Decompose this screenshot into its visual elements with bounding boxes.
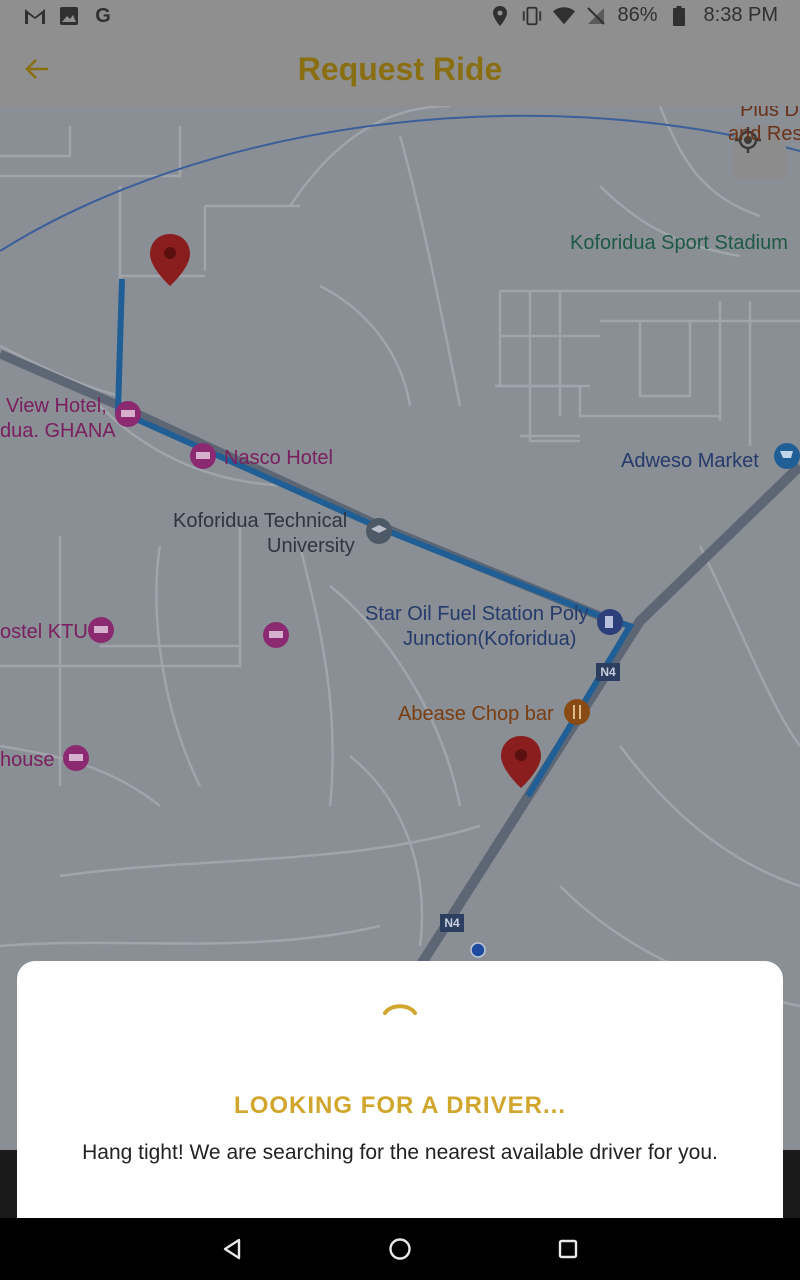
- map-label-house: house: [0, 749, 55, 771]
- google-icon: G: [95, 4, 111, 27]
- map-label-abease-chop-bar: Abease Chop bar: [398, 703, 554, 725]
- map-label-ktu-line2: University: [267, 535, 355, 557]
- wifi-icon: [553, 5, 576, 27]
- loading-spinner-icon: [383, 1004, 417, 1015]
- map-label-adweso-market: Adweso Market: [621, 450, 759, 472]
- status-bar: G 86% 8:38 PM: [0, 0, 800, 34]
- hotel-poi-icon[interactable]: [262, 621, 290, 649]
- dropoff-marker-icon[interactable]: [501, 736, 541, 788]
- current-location-dot-icon: [470, 942, 486, 958]
- map-label-hostel-ktu: ostel KTU: [0, 621, 88, 643]
- fuel-station-poi-icon[interactable]: [596, 608, 624, 636]
- hotel-poi-icon[interactable]: [189, 442, 217, 470]
- map-label-sport-stadium: Koforidua Sport Stadium: [570, 232, 788, 254]
- map-label-star-oil-line2: Junction(Koforidua): [403, 628, 577, 650]
- pickup-marker-icon[interactable]: [150, 234, 190, 286]
- map-label-plus-line2: and Res: [728, 123, 800, 145]
- battery-icon: [668, 5, 690, 27]
- shopping-cart-poi-icon[interactable]: [773, 442, 800, 470]
- dialog-message: Hang tight! We are searching for the nea…: [82, 1141, 718, 1164]
- university-poi-icon[interactable]: [365, 517, 393, 545]
- map-label-view-hotel-line2: dua. GHANA: [0, 420, 116, 442]
- hotel-poi-icon[interactable]: [62, 744, 90, 772]
- back-triangle-icon[interactable]: [217, 1234, 247, 1264]
- system-nav-bar: [0, 1218, 800, 1280]
- page-title: Request Ride: [297, 51, 503, 87]
- vibrate-icon: [521, 5, 543, 27]
- dialog-title: LOOKING FOR A DRIVER...: [234, 1092, 566, 1119]
- app-bar: Request Ride: [0, 34, 800, 106]
- clock: 8:38 PM: [703, 4, 778, 26]
- map-label-plus-line1: Plus D: [740, 106, 799, 121]
- road-shield-n4: N4: [596, 663, 620, 681]
- restaurant-poi-icon[interactable]: [563, 698, 591, 726]
- map-label-ktu-line1: Koforidua Technical: [173, 510, 348, 532]
- recents-square-icon[interactable]: [553, 1234, 583, 1264]
- location-icon: [489, 5, 511, 27]
- map-label-star-oil-line1: Star Oil Fuel Station Poly: [365, 603, 589, 625]
- map-label-view-hotel-line1: View Hotel,: [6, 395, 107, 417]
- hotel-poi-icon[interactable]: [114, 400, 142, 428]
- map-label-nasco-hotel: Nasco Hotel: [224, 447, 333, 469]
- hotel-poi-icon[interactable]: [87, 616, 115, 644]
- image-icon: [58, 5, 80, 27]
- no-signal-icon: [585, 5, 607, 27]
- road-shield-n4: N4: [440, 914, 464, 932]
- system-status: 86% 8:38 PM: [489, 4, 778, 27]
- battery-percent: 86%: [617, 4, 658, 26]
- notification-icons: G: [24, 5, 114, 27]
- searching-driver-dialog: LOOKING FOR A DRIVER... Hang tight! We a…: [17, 961, 783, 1218]
- home-circle-icon[interactable]: [385, 1234, 415, 1264]
- gmail-icon: [24, 5, 46, 27]
